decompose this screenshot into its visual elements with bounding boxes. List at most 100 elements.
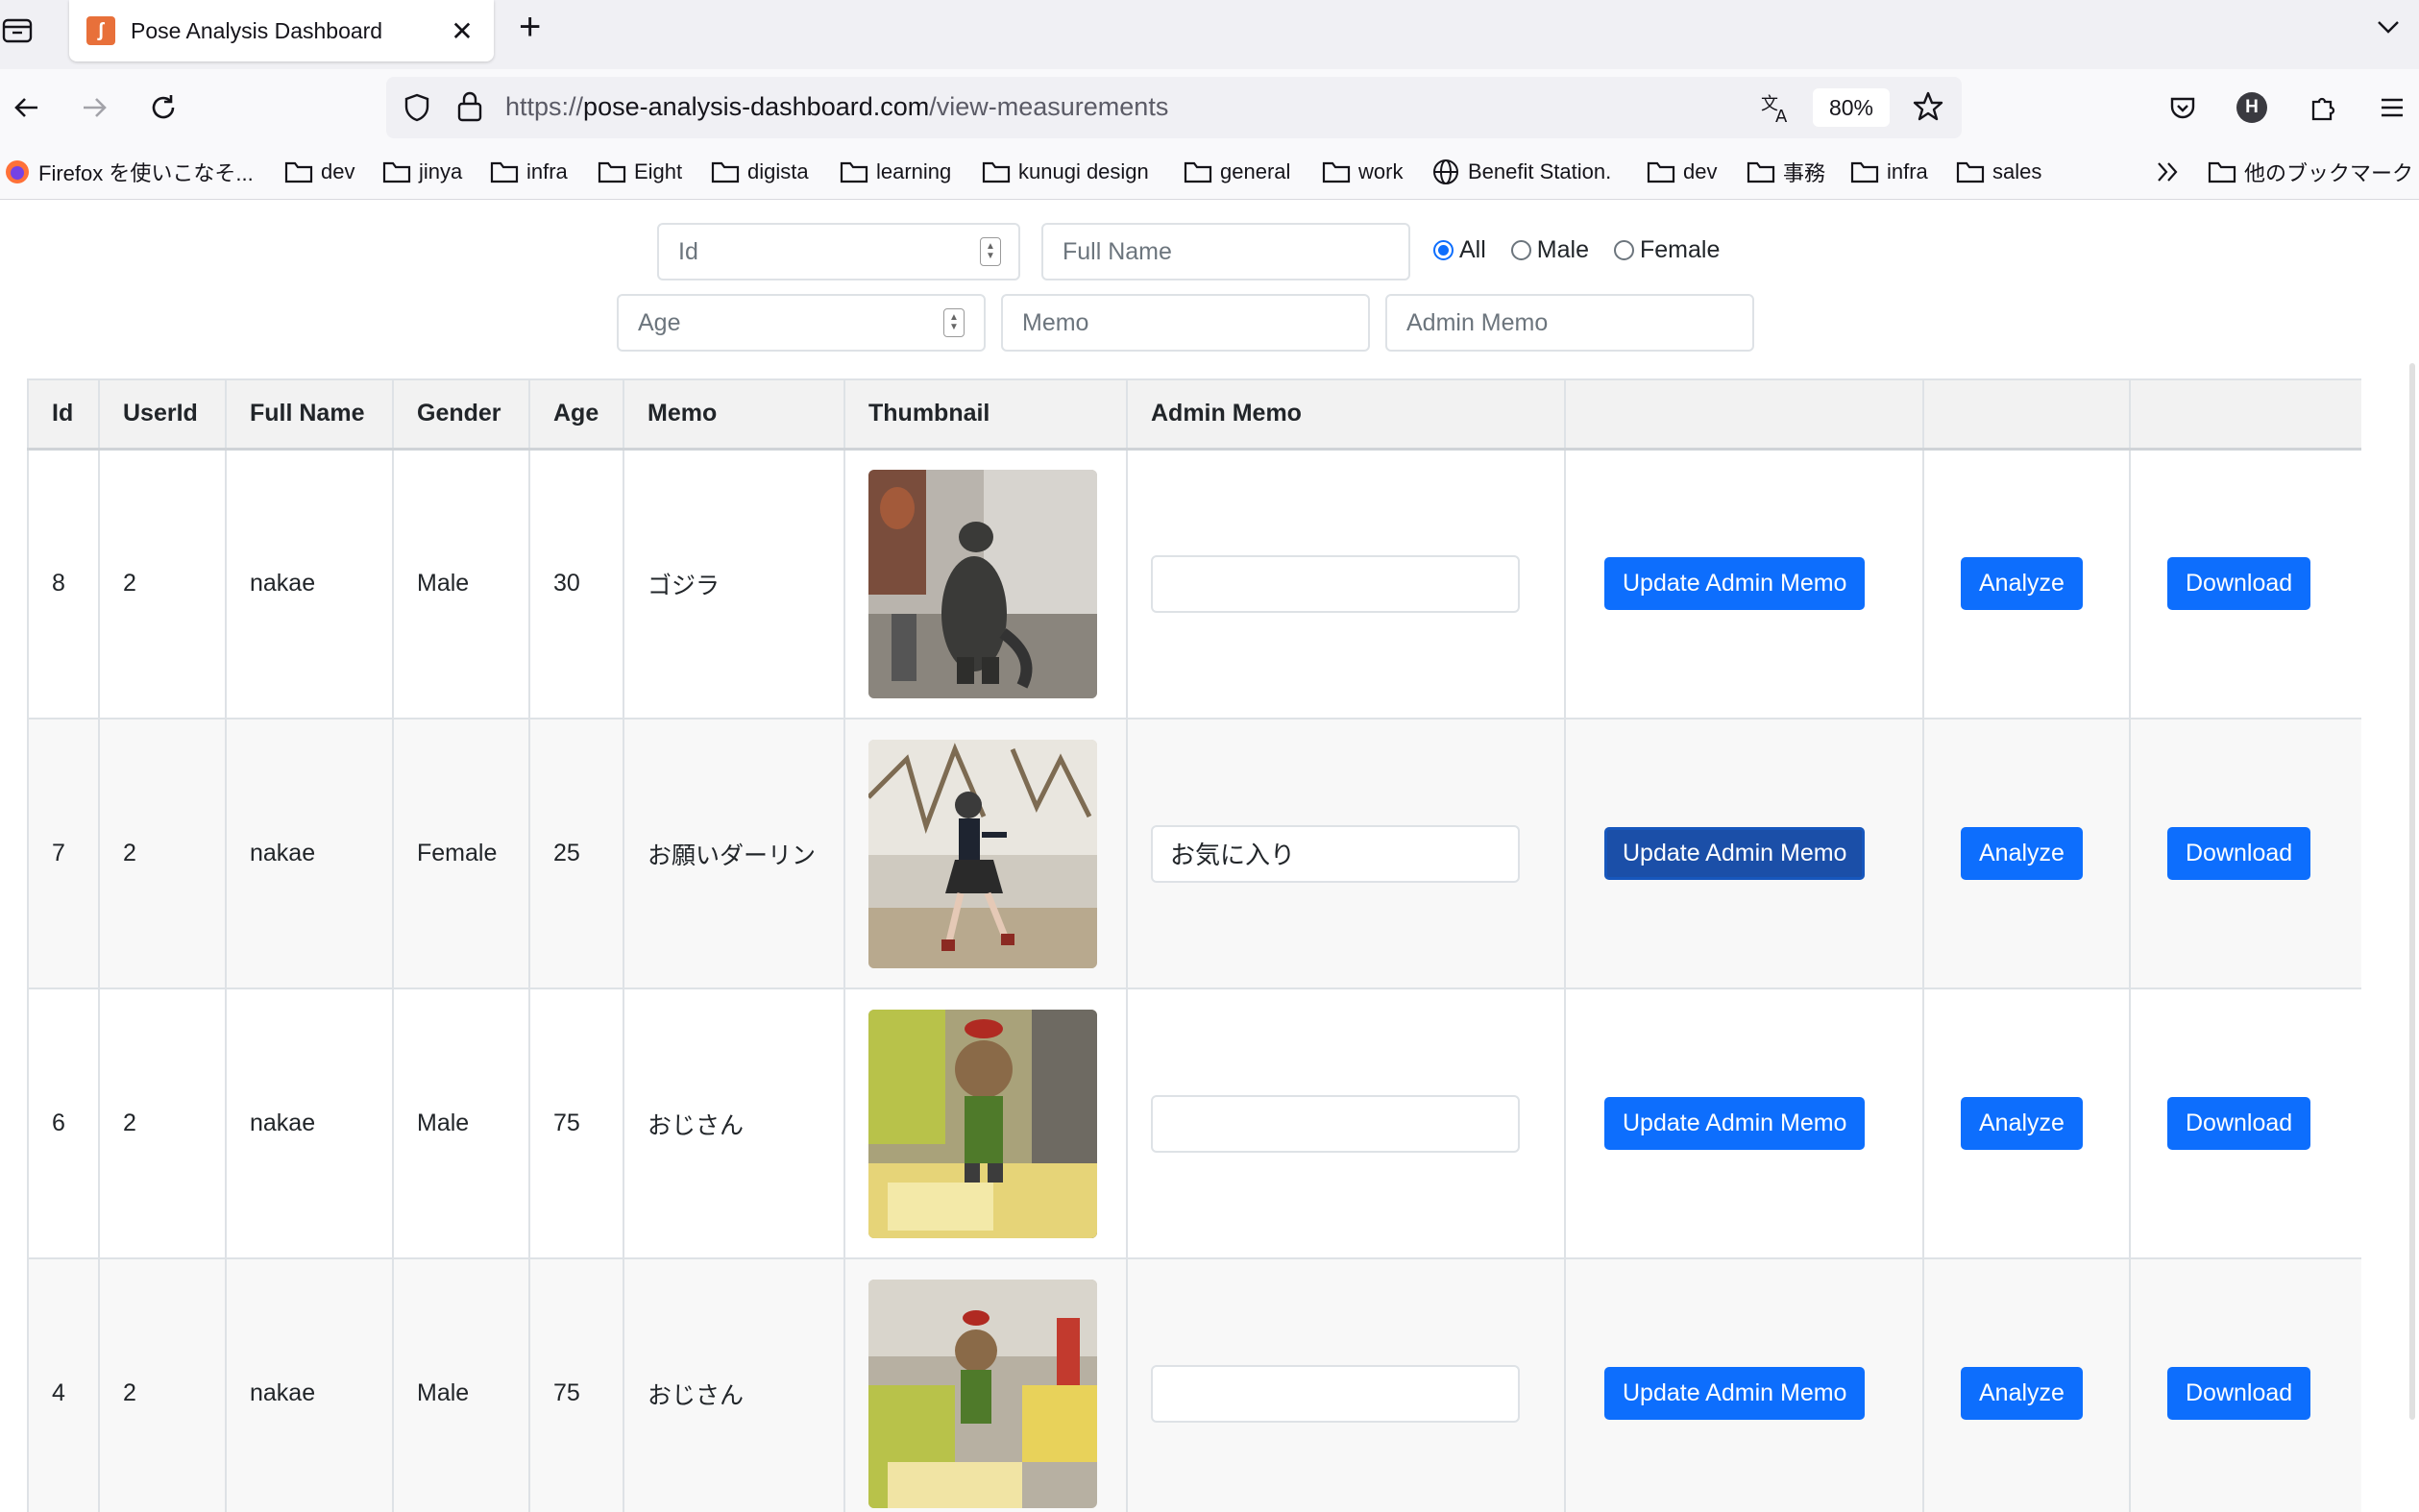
- scrollbar-thumb[interactable]: [2409, 363, 2415, 1420]
- bookmark-label: 事務: [1783, 161, 1826, 185]
- bookmark-item[interactable]: Benefit Station.: [1431, 156, 1611, 188]
- gender-radio-all[interactable]: All: [1433, 236, 1486, 264]
- cell-download-action: Download: [2129, 448, 2361, 719]
- bookmark-folder[interactable]: learning: [840, 156, 951, 188]
- shield-icon[interactable]: [402, 92, 432, 128]
- cell-thumbnail: [843, 718, 1128, 989]
- bookmark-folder[interactable]: 事務: [1747, 156, 1825, 188]
- bookmark-label: learning: [876, 159, 952, 183]
- chevron-down-icon[interactable]: [2375, 13, 2402, 45]
- extensions-puzzle-icon[interactable]: [2302, 86, 2344, 129]
- new-tab-plus-icon[interactable]: +: [519, 6, 541, 49]
- header-admin-memo[interactable]: Admin Memo: [1126, 378, 1566, 451]
- bookmark-folder[interactable]: work: [1322, 156, 1403, 188]
- url-text[interactable]: https://pose-analysis-dashboard.com/view…: [505, 92, 1168, 122]
- navigation-toolbar: https://pose-analysis-dashboard.com/view…: [0, 69, 2419, 146]
- admin-memo-input[interactable]: [1151, 554, 1520, 613]
- bookmark-label: Firefox を使いこなそ...: [38, 161, 254, 185]
- other-bookmarks-folder[interactable]: 他のブックマーク: [2208, 156, 2413, 188]
- download-button[interactable]: Download: [2167, 1097, 2311, 1150]
- download-button[interactable]: Download: [2167, 1367, 2311, 1420]
- bookmarks-overflow-chevron-icon[interactable]: [2154, 156, 2183, 188]
- bookmark-folder[interactable]: general: [1184, 156, 1290, 188]
- bookmark-folder[interactable]: sales: [1956, 156, 2041, 188]
- bookmark-folder[interactable]: dev: [1647, 156, 1717, 188]
- update-admin-memo-button[interactable]: Update Admin Memo: [1604, 827, 1866, 880]
- header-age[interactable]: Age: [528, 378, 624, 451]
- bookmark-folder[interactable]: dev: [284, 156, 354, 188]
- gender-radio-male[interactable]: Male: [1510, 236, 1589, 264]
- admin-memo-input[interactable]: [1151, 1094, 1520, 1153]
- admin-memo-input[interactable]: [1151, 824, 1520, 883]
- reload-icon[interactable]: [142, 86, 184, 129]
- cell-fullname: nakae: [225, 718, 394, 989]
- thumbnail-godzilla-image[interactable]: [868, 469, 1097, 698]
- zoom-level-badge[interactable]: 80%: [1813, 88, 1890, 127]
- analyze-button[interactable]: Analyze: [1961, 557, 2083, 611]
- analyze-button[interactable]: Analyze: [1961, 827, 2083, 880]
- download-button[interactable]: Download: [2167, 557, 2311, 611]
- age-spinner-icon[interactable]: ▲ ▼: [943, 308, 965, 337]
- header-fullname[interactable]: Full Name: [225, 378, 394, 451]
- page-scrollbar[interactable]: [2406, 200, 2419, 1512]
- bookmark-folder[interactable]: kunugi design: [982, 156, 1149, 188]
- memo-filter-input[interactable]: [1001, 294, 1370, 352]
- header-id[interactable]: Id: [27, 378, 100, 451]
- back-arrow-icon[interactable]: [6, 86, 48, 129]
- update-admin-memo-button[interactable]: Update Admin Memo: [1604, 557, 1866, 611]
- bookmark-star-icon[interactable]: [1912, 90, 1944, 128]
- bookmark-folder[interactable]: Eight: [598, 156, 682, 188]
- hamburger-menu-icon[interactable]: [2371, 86, 2413, 129]
- id-filter-input[interactable]: [657, 223, 1020, 280]
- lock-icon[interactable]: [455, 90, 484, 128]
- update-admin-memo-button[interactable]: Update Admin Memo: [1604, 1097, 1866, 1150]
- cell-admin-memo: [1126, 718, 1566, 989]
- download-button[interactable]: Download: [2167, 827, 2311, 880]
- thumbnail-old-man-figurine-2-image[interactable]: [868, 1279, 1097, 1508]
- analyze-button[interactable]: Analyze: [1961, 1097, 2083, 1150]
- close-tab-icon[interactable]: ✕: [448, 15, 476, 47]
- forward-arrow-icon[interactable]: [73, 86, 115, 129]
- radio-unchecked-icon: [1510, 239, 1531, 260]
- folder-icon: [1184, 159, 1212, 184]
- cell-thumbnail: [843, 448, 1128, 719]
- cell-gender: Male: [392, 448, 530, 719]
- id-spinner-icon[interactable]: ▲ ▼: [980, 237, 1001, 266]
- admin-memo-filter-input[interactable]: [1385, 294, 1754, 352]
- folder-icon: [1956, 159, 1985, 184]
- account-initial: H: [2236, 92, 2267, 123]
- address-bar[interactable]: https://pose-analysis-dashboard.com/view…: [386, 77, 1962, 138]
- account-avatar[interactable]: H: [2231, 86, 2273, 129]
- update-admin-memo-button[interactable]: Update Admin Memo: [1604, 1367, 1866, 1420]
- bookmark-folder[interactable]: infra: [490, 156, 568, 188]
- fullname-filter-input[interactable]: [1041, 223, 1410, 280]
- bookmark-folder[interactable]: infra: [1850, 156, 1928, 188]
- admin-memo-input[interactable]: [1151, 1364, 1520, 1423]
- thumbnail-dancer-image[interactable]: [868, 739, 1097, 968]
- analyze-button[interactable]: Analyze: [1961, 1367, 2083, 1420]
- header-thumbnail[interactable]: Thumbnail: [843, 378, 1128, 451]
- header-memo[interactable]: Memo: [623, 378, 845, 451]
- folder-icon: [1322, 159, 1351, 184]
- bookmark-item[interactable]: Firefox を使いこなそ...: [4, 156, 254, 188]
- folder-icon: [1747, 159, 1775, 184]
- tab-list-icon[interactable]: [0, 13, 35, 48]
- cell-memo: おじさん: [623, 988, 845, 1259]
- translate-icon[interactable]: 文A: [1760, 90, 1795, 130]
- cell-gender: Female: [392, 718, 530, 989]
- bookmark-folder[interactable]: digista: [711, 156, 809, 188]
- gender-radio-female[interactable]: Female: [1613, 236, 1720, 264]
- cell-age: 30: [528, 448, 624, 719]
- header-gender[interactable]: Gender: [392, 378, 530, 451]
- folder-icon: [2208, 159, 2236, 184]
- bookmark-folder[interactable]: jinya: [382, 156, 462, 188]
- thumbnail-old-man-figurine-image[interactable]: [868, 1009, 1097, 1238]
- folder-icon: [711, 159, 740, 184]
- cell-memo: おじさん: [623, 1257, 845, 1512]
- header-userid[interactable]: UserId: [98, 378, 227, 451]
- tab-bar: ʃ Pose Analysis Dashboard ✕ +: [0, 0, 2419, 69]
- pocket-icon[interactable]: [2162, 86, 2204, 129]
- active-tab[interactable]: ʃ Pose Analysis Dashboard ✕: [69, 0, 494, 61]
- table-row: 7 2 nakae Female 25 お願いダーリン お気に入り Update…: [27, 718, 2361, 989]
- age-filter-input[interactable]: [617, 294, 986, 352]
